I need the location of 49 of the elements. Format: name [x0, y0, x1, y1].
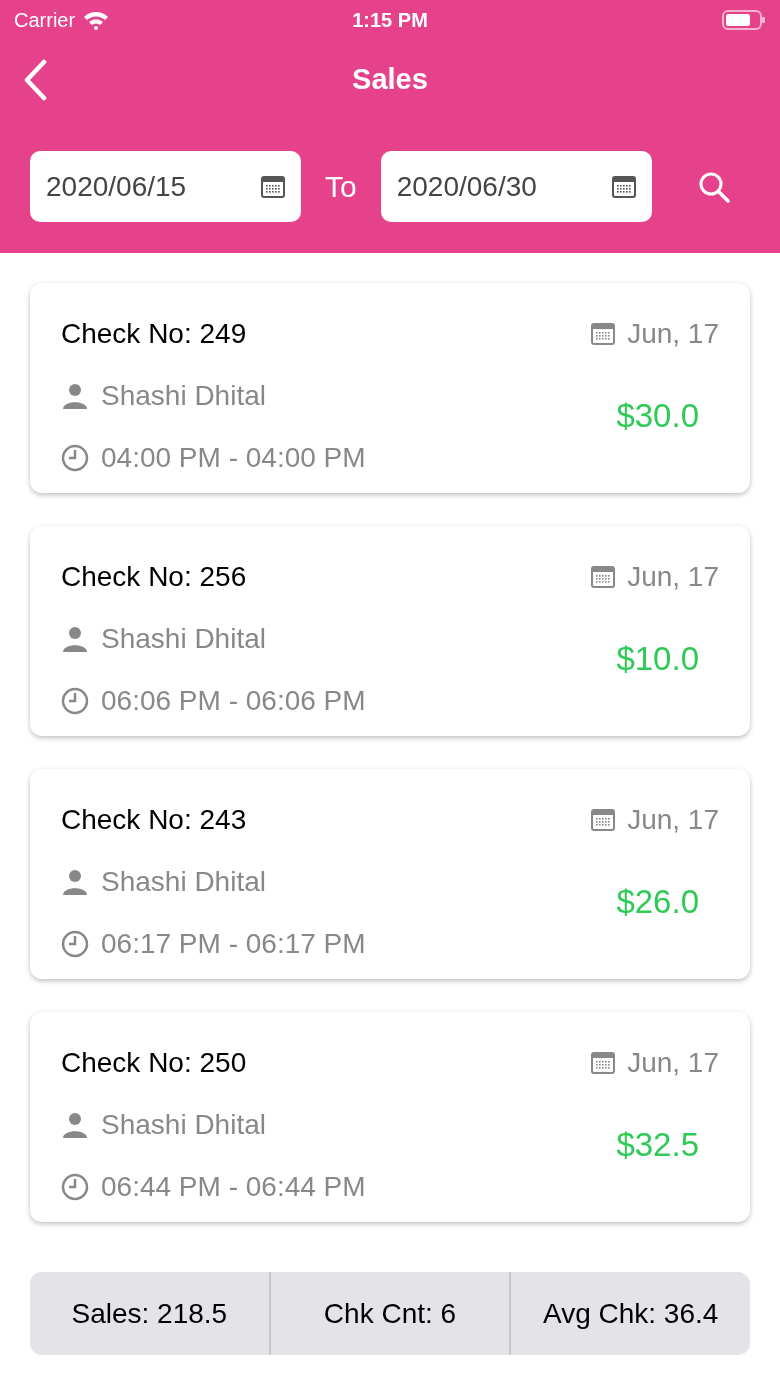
clock-icon	[61, 1173, 89, 1201]
server-name: Shashi Dhital	[101, 865, 266, 899]
check-card[interactable]: Check No: 250 Shashi Dhital 06:44 PM - 06:44 PM Jun, 17 $32.5	[30, 1012, 750, 1222]
summary-stat: Avg Chk: 36.4	[543, 1296, 719, 1331]
calendar-icon	[611, 175, 636, 198]
calendar-icon	[591, 809, 616, 831]
person-icon	[61, 1111, 89, 1139]
check-number: Check No: 243	[61, 803, 248, 837]
calendar-icon	[591, 1052, 616, 1074]
check-amount: $32.5	[616, 1125, 699, 1165]
clock-time: 1:15 PM	[352, 8, 428, 33]
check-card[interactable]: Check No: 256 Shashi Dhital 06:06 PM - 06:06 PM Jun, 17 $10.0	[30, 526, 750, 736]
clock-icon	[61, 444, 89, 472]
clock-icon	[61, 687, 89, 715]
clock-icon	[61, 930, 89, 958]
calendar-icon	[591, 323, 616, 345]
start-date-field[interactable]: 2020/06/15	[30, 151, 301, 222]
check-number: Check No: 250	[61, 1046, 248, 1080]
wifi-icon	[83, 10, 110, 30]
carrier-label: Carrier	[14, 8, 76, 33]
check-date: Jun, 17	[627, 317, 719, 351]
check-number: Check No: 256	[61, 560, 248, 594]
check-date: Jun, 17	[627, 560, 719, 594]
check-card[interactable]: Check No: 243 Shashi Dhital 06:17 PM - 06:17 PM Jun, 17 $26.0	[30, 769, 750, 979]
check-date: Jun, 17	[627, 1046, 719, 1080]
time-range: 04:00 PM - 04:00 PM	[101, 441, 366, 475]
check-number: Check No: 249	[61, 317, 248, 351]
battery-icon	[722, 10, 766, 30]
person-icon	[61, 625, 89, 653]
page-title: Sales	[352, 62, 428, 98]
check-amount: $26.0	[616, 882, 699, 922]
check-amount: $10.0	[616, 639, 699, 679]
check-amount: $30.0	[616, 396, 699, 436]
check-date: Jun, 17	[627, 803, 719, 837]
summary-stat: Chk Cnt: 6	[323, 1296, 457, 1331]
summary-stat: Sales: 218.5	[71, 1296, 228, 1331]
end-date-field[interactable]: 2020/06/30	[380, 151, 652, 222]
server-name: Shashi Dhital	[101, 1108, 266, 1142]
calendar-icon	[261, 175, 285, 198]
person-icon	[61, 868, 89, 896]
to-label: To	[325, 169, 357, 205]
server-name: Shashi Dhital	[101, 622, 266, 656]
calendar-icon	[591, 566, 616, 588]
person-icon	[61, 382, 89, 410]
check-card[interactable]: Check No: 249 Shashi Dhital 04:00 PM - 04:00 PM Jun, 17 $30.0	[30, 283, 750, 493]
time-range: 06:17 PM - 06:17 PM	[101, 927, 366, 961]
time-range: 06:44 PM - 06:44 PM	[101, 1170, 366, 1204]
server-name: Shashi Dhital	[101, 379, 266, 413]
time-range: 06:06 PM - 06:06 PM	[101, 684, 366, 718]
